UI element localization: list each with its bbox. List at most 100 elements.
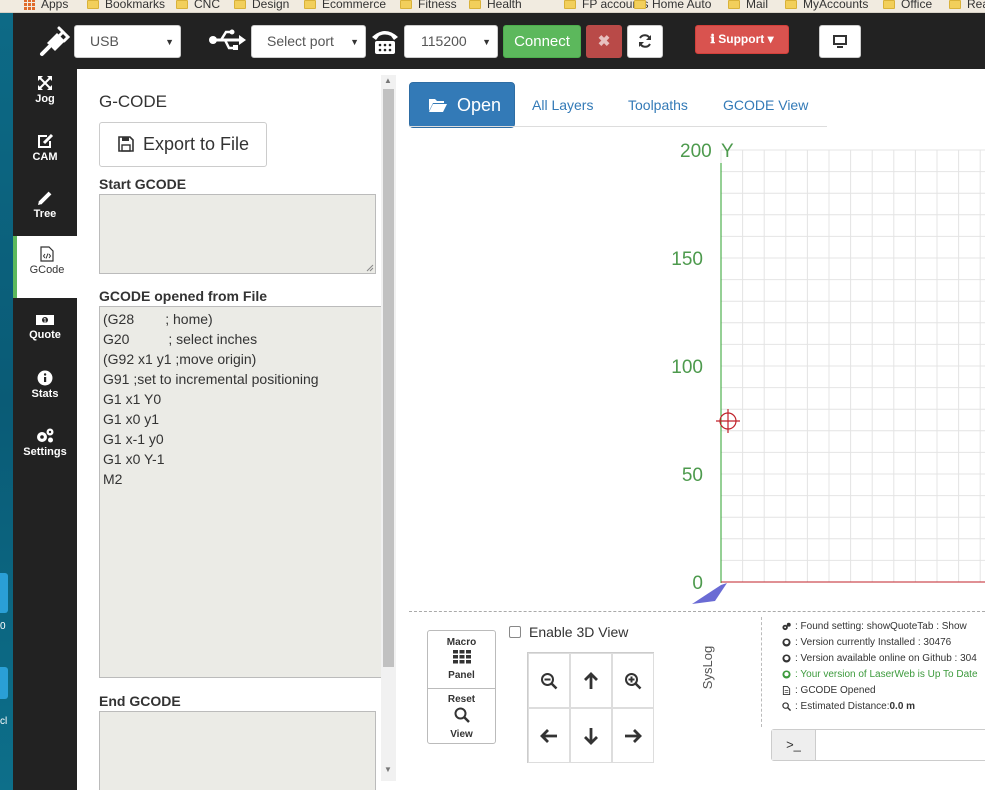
gears-icon bbox=[37, 428, 54, 443]
folder-open-icon bbox=[429, 99, 447, 112]
search-icon bbox=[454, 707, 470, 723]
bookmark-folder[interactable]: Office bbox=[883, 0, 932, 11]
workspace-canvas[interactable]: 0 50 100 150 200 Y bbox=[409, 127, 985, 611]
money-icon: 1 bbox=[36, 315, 54, 325]
gcode-line: (G92 x1 y1 ;move origin) bbox=[103, 351, 257, 367]
bookmark-folder[interactable]: Home Auto bbox=[634, 0, 711, 11]
gcode-line: G1 x0 y1 bbox=[103, 411, 160, 427]
bookmark-folder[interactable]: Bookmarks bbox=[87, 0, 165, 11]
nav-item-jog[interactable]: Jog bbox=[13, 69, 77, 125]
floppy-disk-icon bbox=[118, 136, 134, 152]
nav-item-quote[interactable]: 1 Quote bbox=[13, 307, 77, 363]
end-gcode-textarea[interactable] bbox=[99, 711, 376, 790]
github-icon bbox=[782, 653, 791, 663]
github-icon bbox=[782, 637, 791, 647]
folder-icon bbox=[883, 0, 895, 9]
close-icon: ✖ bbox=[597, 33, 611, 50]
y-tick-label: 0 bbox=[692, 573, 703, 594]
gcode-textarea[interactable]: (G28 ; home) G20 ; select inches (G92 x1… bbox=[99, 306, 383, 678]
view-controls-grid bbox=[527, 652, 654, 763]
pan-left-button[interactable] bbox=[528, 708, 570, 763]
connection-type-select[interactable]: USB ▼ bbox=[74, 25, 181, 58]
plug-icon bbox=[40, 26, 71, 56]
support-button[interactable]: ℹ Support ▾ bbox=[695, 25, 789, 54]
divider bbox=[761, 617, 762, 727]
y-tick-label: 200 bbox=[680, 141, 712, 162]
y-axis-label: Y bbox=[721, 141, 734, 162]
scroll-down-icon[interactable]: ▼ bbox=[384, 765, 392, 774]
bookmark-folder[interactable]: Mail bbox=[728, 0, 768, 11]
enable-3d-checkbox[interactable] bbox=[509, 626, 521, 638]
caret-down-icon: ▼ bbox=[165, 37, 174, 47]
tab-toolpaths[interactable]: Toolpaths bbox=[628, 97, 688, 113]
desktop-icon-label: cl bbox=[0, 716, 8, 727]
top-toolbar: USB ▼ Select port ▼ 115200 ▼ Connect ✖ ℹ… bbox=[13, 13, 985, 69]
baud-rate-select[interactable]: 115200 ▼ bbox=[404, 25, 498, 58]
caret-down-icon: ▼ bbox=[482, 37, 491, 47]
bookmark-folder[interactable]: Health bbox=[469, 0, 522, 11]
enable-3d-toggle[interactable]: Enable 3D View bbox=[509, 624, 628, 640]
desktop-icon-label: 0 bbox=[0, 621, 6, 632]
scroll-up-icon[interactable]: ▲ bbox=[384, 76, 392, 85]
terminal-input[interactable]: >_ bbox=[771, 729, 985, 761]
zoom-out-icon bbox=[541, 672, 558, 689]
export-to-file-button[interactable]: Export to File bbox=[99, 122, 267, 167]
reset-view-button[interactable]: Reset View bbox=[428, 693, 495, 742]
y-tick-label: 100 bbox=[671, 357, 703, 378]
gcode-line: G1 x0 Y-1 bbox=[103, 451, 165, 467]
gcode-line: G20 ; select inches bbox=[103, 331, 258, 347]
zoom-in-button[interactable] bbox=[612, 653, 654, 708]
bookmark-folder[interactable]: Fitness bbox=[400, 0, 457, 11]
connect-button[interactable]: Connect bbox=[503, 25, 581, 58]
bookmark-folder[interactable]: Ecommerce bbox=[304, 0, 386, 11]
fullscreen-button[interactable] bbox=[819, 25, 861, 58]
log-entry: : Estimated Distance: 0.0 m bbox=[782, 698, 985, 714]
bookmark-folder[interactable]: Design bbox=[234, 0, 289, 11]
arrow-left-icon bbox=[540, 728, 557, 743]
folder-icon bbox=[949, 0, 961, 9]
gcode-line: G1 x-1 y0 bbox=[103, 431, 164, 447]
bookmark-folder[interactable]: MyAccounts bbox=[785, 0, 868, 11]
github-icon bbox=[782, 669, 791, 679]
arrow-up-icon bbox=[584, 671, 598, 689]
pan-down-button[interactable] bbox=[570, 708, 612, 763]
bookmark-apps[interactable]: Apps bbox=[24, 0, 68, 11]
gcode-line: M2 bbox=[103, 471, 123, 487]
disconnect-button[interactable]: ✖ bbox=[586, 25, 622, 58]
arrows-expand-icon bbox=[38, 76, 52, 90]
tab-gcode-view[interactable]: GCODE View bbox=[723, 97, 808, 113]
3d-viewport[interactable]: 0 50 100 150 200 Y bbox=[409, 127, 985, 611]
monitor-icon bbox=[833, 35, 847, 48]
panel-scrollbar[interactable]: ▲ ▼ bbox=[381, 75, 396, 781]
nav-item-cam[interactable]: CAM bbox=[13, 127, 77, 183]
nav-item-gcode[interactable]: GCode bbox=[13, 236, 77, 298]
log-entry: : GCODE Opened bbox=[782, 682, 985, 698]
resize-handle-icon[interactable] bbox=[366, 264, 374, 272]
nav-item-tree[interactable]: Tree bbox=[13, 184, 77, 240]
bookmark-folder[interactable]: CNC bbox=[176, 0, 220, 11]
start-gcode-textarea[interactable] bbox=[99, 194, 376, 274]
pan-up-button[interactable] bbox=[570, 653, 612, 708]
folder-icon bbox=[785, 0, 797, 9]
nav-item-stats[interactable]: Stats bbox=[13, 364, 77, 420]
syslog-label: SysLog bbox=[700, 645, 716, 690]
refresh-button[interactable] bbox=[627, 25, 663, 58]
pan-right-button[interactable] bbox=[612, 708, 654, 763]
scrollbar-thumb[interactable] bbox=[383, 89, 394, 667]
port-select[interactable]: Select port ▼ bbox=[251, 25, 366, 58]
macro-panel-button[interactable]: Macro Panel bbox=[428, 636, 495, 683]
terminal-prompt-icon: >_ bbox=[772, 730, 816, 760]
caret-down-icon: ▼ bbox=[350, 37, 359, 47]
panel-divider bbox=[409, 611, 985, 612]
bookmark-folder[interactable]: Rea bbox=[949, 0, 985, 11]
main-area: Open All Layers Toolpaths GCODE View 0 50… bbox=[400, 69, 985, 790]
open-button[interactable]: Open bbox=[409, 82, 515, 128]
origin-crosshair-icon bbox=[716, 409, 740, 433]
y-tick-label: 50 bbox=[682, 465, 703, 486]
zoom-out-button[interactable] bbox=[528, 653, 570, 708]
caret-down-icon: ▾ bbox=[764, 32, 774, 46]
nav-item-settings[interactable]: Settings bbox=[13, 421, 77, 477]
tab-all-layers[interactable]: All Layers bbox=[532, 97, 593, 113]
bookmarks-bar: Apps Bookmarks CNC Design Ecommerce Fitn… bbox=[0, 0, 985, 13]
folder-icon bbox=[728, 0, 740, 9]
